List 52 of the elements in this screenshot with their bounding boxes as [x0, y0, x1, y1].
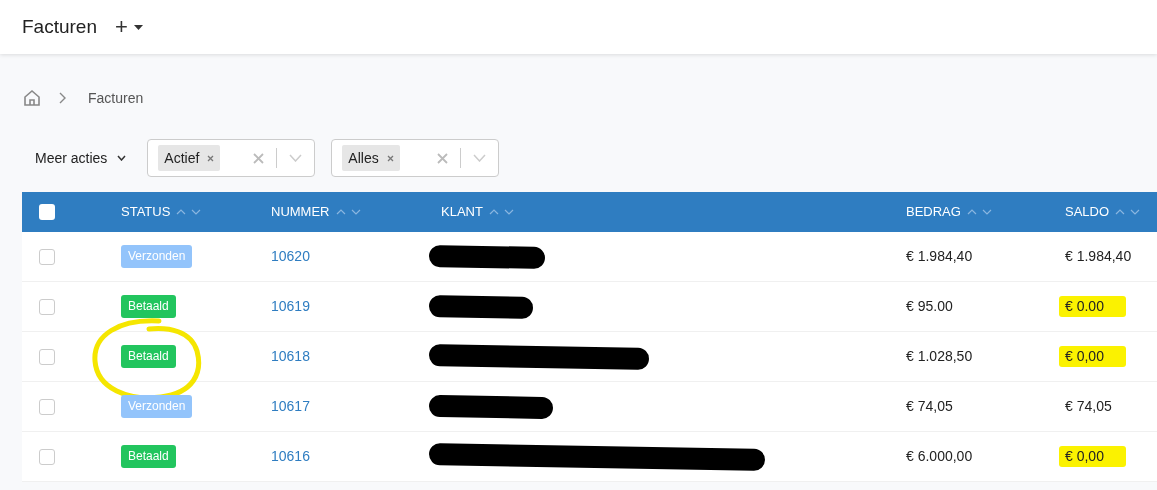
chevron-down-icon[interactable]	[473, 154, 487, 162]
home-icon[interactable]	[22, 88, 42, 108]
invoice-number-link[interactable]: 10620	[271, 246, 310, 267]
sort-icon[interactable]	[335, 208, 362, 216]
invoice-number-link[interactable]: 10617	[271, 396, 310, 417]
status-badge: Betaald	[121, 445, 176, 468]
row-checkbox[interactable]	[39, 448, 55, 465]
filter-select[interactable]: Actief	[147, 139, 316, 177]
amount-cell-text: € 74,05	[906, 397, 953, 416]
page-title: Facturen	[22, 14, 97, 39]
status-badge: Verzonden	[121, 395, 193, 418]
amount-cell-text: € 1.028,50	[906, 347, 973, 366]
row-checkbox[interactable]	[39, 398, 55, 415]
status-badge: Betaald	[121, 345, 176, 368]
balance-cell-text: € 1.984,40	[1065, 247, 1132, 266]
row-checkbox[interactable]	[39, 348, 55, 365]
select-all-checkbox[interactable]	[39, 204, 55, 220]
invoice-number-link[interactable]: 10619	[271, 296, 310, 317]
clear-icon[interactable]	[437, 152, 449, 164]
sort-icon[interactable]	[488, 208, 515, 216]
column-header[interactable]: STATUS	[121, 202, 171, 222]
more-actions-button[interactable]: Meer acties	[22, 139, 140, 177]
balance-cell: € 0,00	[1059, 446, 1126, 467]
sort-icon[interactable]	[1115, 208, 1142, 216]
sort-icon[interactable]	[176, 208, 203, 216]
column-header[interactable]: KLANT	[441, 202, 483, 222]
caret-icon	[133, 24, 143, 30]
clear-icon[interactable]	[253, 152, 265, 164]
filter-select[interactable]: Alles	[331, 139, 500, 177]
remove-icon[interactable]	[207, 154, 215, 162]
add-button[interactable]: +	[115, 16, 143, 38]
amount-cell-text: € 1.984,40	[906, 247, 973, 266]
chevron-down-icon[interactable]	[289, 154, 303, 162]
row-checkbox[interactable]	[39, 248, 55, 265]
remove-icon[interactable]	[386, 154, 394, 162]
sort-icon[interactable]	[966, 208, 993, 216]
invoice-number-link[interactable]: 10618	[271, 346, 310, 367]
balance-cell-text: € 74,05	[1065, 397, 1112, 416]
column-header[interactable]: SALDO	[1065, 202, 1110, 222]
chevron-right-icon	[58, 92, 66, 104]
balance-cell: € 0.00	[1059, 296, 1126, 317]
row-checkbox[interactable]	[39, 298, 55, 315]
balance-cell: € 0,00	[1059, 346, 1126, 367]
column-header[interactable]: NUMMER	[271, 202, 330, 222]
column-header[interactable]: BEDRAG	[906, 202, 961, 222]
status-badge: Verzonden	[121, 245, 193, 268]
amount-cell-text: € 95.00	[906, 297, 953, 316]
chevron-down-icon	[117, 155, 127, 161]
amount-cell-text: € 6.000,00	[906, 447, 973, 466]
breadcrumb-item: Facturen	[88, 88, 144, 108]
status-badge: Betaald	[121, 295, 176, 318]
invoice-number-link[interactable]: 10616	[271, 446, 310, 467]
